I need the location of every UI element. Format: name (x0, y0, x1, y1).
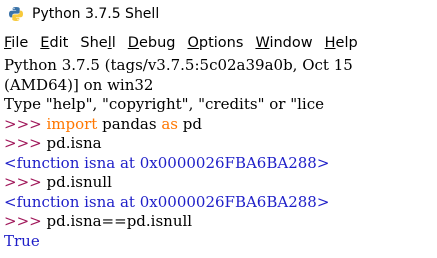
code-text: pd.isna (46, 134, 102, 152)
code-text: pandas (97, 114, 162, 133)
banner-line: Python 3.7.5 (tags/v3.7.5:5c02a39a0b, Oc… (4, 56, 353, 74)
menu-file[interactable]: File (4, 35, 28, 51)
keyword: import (46, 114, 98, 133)
prompt: >>> (4, 173, 47, 191)
menu-bar: File Edit Shell Debug Options Window Help (0, 30, 437, 56)
title-bar: Python 3.7.5 Shell (0, 0, 437, 28)
input-line: >>> pd.isnull (4, 173, 112, 192)
output-line: <function isna at 0x0000026FBA6BA288> (4, 192, 330, 211)
menu-edit[interactable]: Edit (40, 35, 68, 51)
menu-window[interactable]: Window (255, 35, 312, 51)
menu-debug[interactable]: Debug (128, 35, 176, 51)
menu-shell[interactable]: Shell (80, 35, 115, 51)
code-text: pd (177, 114, 202, 133)
input-line: >>> pd.isna (4, 134, 102, 153)
python-logo-icon (8, 6, 24, 22)
shell-output-area[interactable]: Python 3.7.5 (tags/v3.7.5:5c02a39a0b, Oc… (0, 56, 437, 258)
prompt: >>> (4, 134, 47, 152)
menu-options[interactable]: Options (187, 35, 243, 51)
code-text: pd.isnull (46, 173, 112, 191)
code-text: pd.isna==pd.isnull (46, 212, 193, 230)
output-line: True (4, 231, 40, 250)
prompt: >>> (4, 114, 47, 133)
prompt: >>> (4, 212, 47, 230)
keyword: as (161, 114, 178, 133)
input-line: >>> pd.isna==pd.isnull (4, 212, 192, 231)
banner-line: (AMD64)] on win32 (4, 75, 154, 94)
window-title: Python 3.7.5 Shell (32, 6, 160, 22)
output-line: <function isna at 0x0000026FBA6BA288> (4, 153, 330, 172)
input-line: >>> import pandas as pd (4, 115, 202, 134)
banner-line: Type "help", "copyright", "credits" or "… (4, 95, 324, 113)
menu-help[interactable]: Help (325, 35, 358, 51)
